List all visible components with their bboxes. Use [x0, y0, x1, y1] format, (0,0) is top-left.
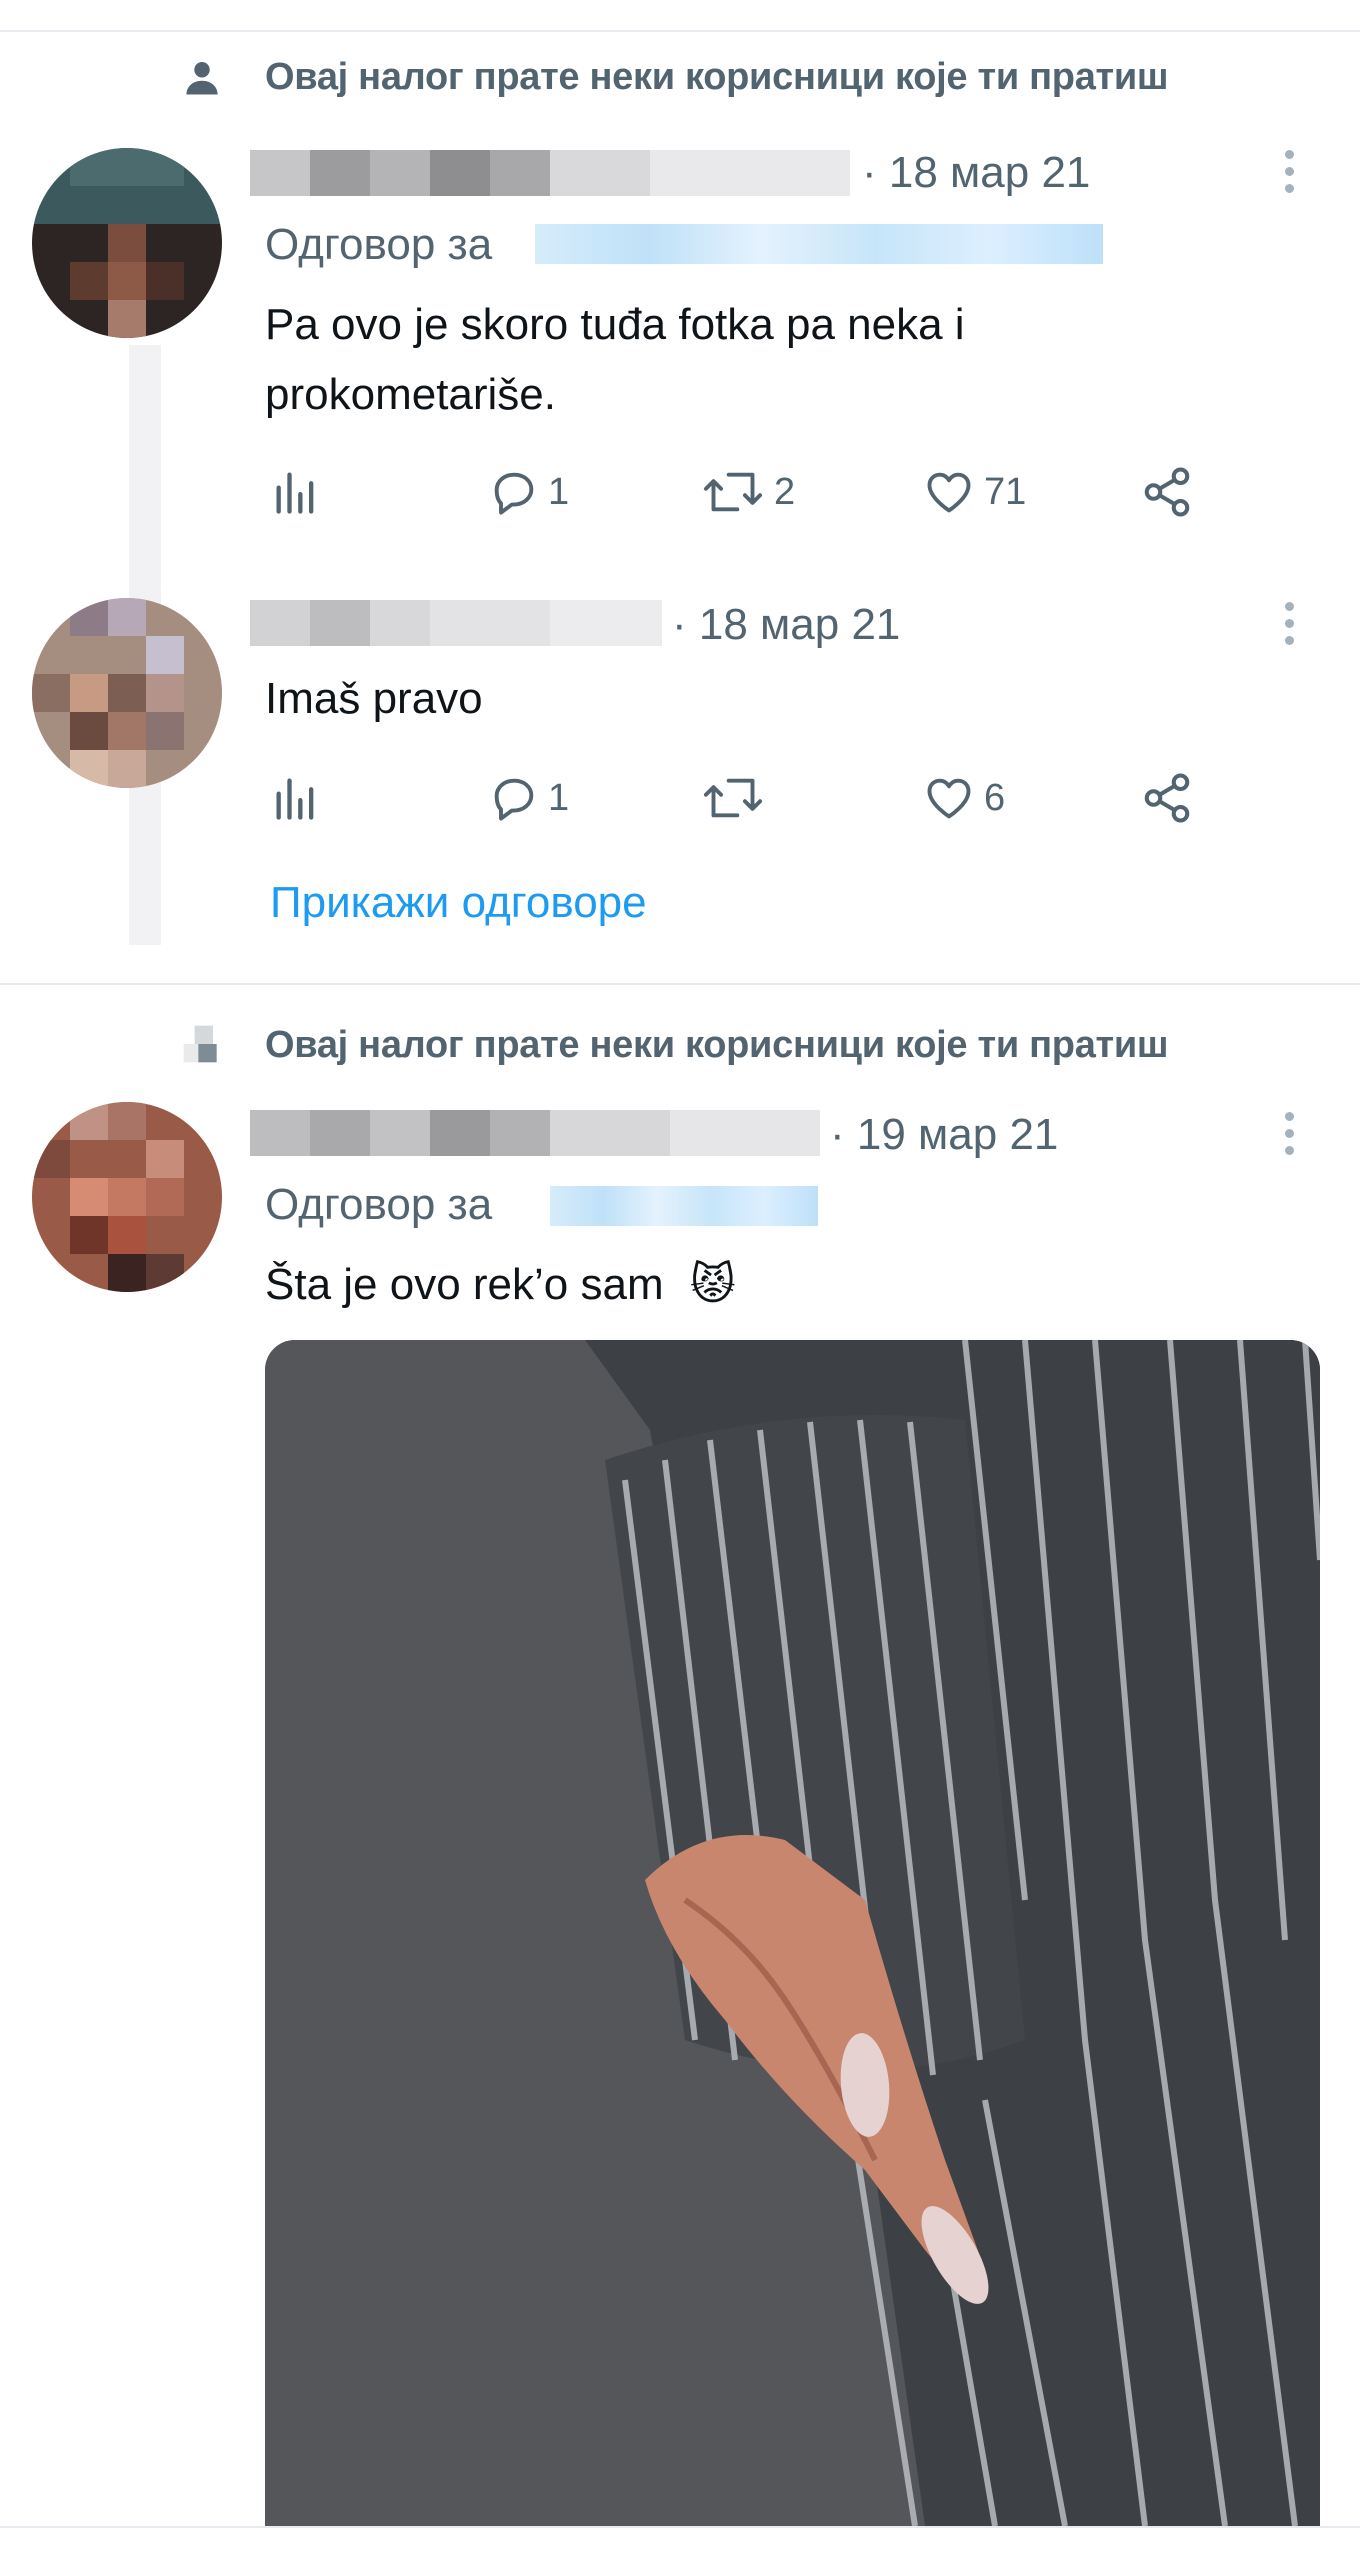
tweet-date[interactable]: · 18 мар 21 — [672, 600, 900, 650]
tweet-text: Šta je ovo rek’o sam 😾 — [265, 1250, 1265, 1320]
author-name-blurred[interactable] — [250, 150, 850, 196]
bottom-divider — [0, 2526, 1360, 2528]
avatar[interactable] — [32, 598, 222, 788]
avatar[interactable] — [32, 148, 222, 338]
person-icon — [186, 62, 218, 95]
reply-button[interactable]: 1 — [488, 768, 569, 828]
share-icon — [1144, 467, 1190, 517]
more-vertical-icon[interactable] — [1270, 142, 1310, 202]
tweet-date[interactable]: · 18 мар 21 — [862, 148, 1090, 198]
retweet-button[interactable] — [700, 768, 774, 828]
like-count: 71 — [984, 470, 1027, 513]
tweet-text: Imaš pravo — [265, 674, 483, 723]
retweet-icon — [703, 472, 763, 512]
pinstripe-sleeve-photo — [265, 1340, 1320, 2526]
heart-icon — [927, 778, 971, 819]
tweet-date[interactable]: · 19 мар 21 — [830, 1110, 1058, 1160]
retweet-button[interactable]: 2 — [700, 462, 795, 522]
like-button[interactable]: 6 — [922, 768, 1005, 828]
analytics-button[interactable] — [270, 768, 322, 828]
person-icon — [183, 1025, 217, 1063]
share-icon — [1144, 773, 1190, 823]
angry-devil-emoji: 😾 — [689, 1260, 736, 1309]
reply-button[interactable]: 1 — [488, 462, 569, 522]
reply-to-label: Одговор за — [265, 220, 493, 269]
top-divider — [0, 30, 1360, 32]
retweet-count: 2 — [774, 470, 796, 513]
analytics-button[interactable] — [270, 462, 322, 522]
analytics-icon — [276, 778, 314, 820]
more-vertical-icon[interactable] — [1270, 1104, 1310, 1164]
more-vertical-icon[interactable] — [1270, 594, 1310, 654]
reply-icon — [494, 472, 534, 515]
reply-count: 1 — [548, 776, 570, 819]
author-name-blurred[interactable] — [250, 600, 662, 646]
retweet-icon — [703, 778, 763, 818]
share-button[interactable] — [1140, 768, 1194, 828]
tweet-media-image[interactable] — [265, 1340, 1320, 2526]
heart-icon — [927, 472, 971, 513]
reply-icon — [494, 778, 534, 821]
reply-to-label: Одговор за — [265, 1180, 493, 1229]
author-name-blurred[interactable] — [250, 1110, 820, 1156]
like-button[interactable]: 71 — [922, 462, 1026, 522]
reply-to-handle-blurred[interactable] — [550, 1186, 818, 1226]
like-count: 6 — [984, 776, 1006, 819]
reply-to-handle-blurred[interactable] — [535, 224, 1103, 264]
avatar[interactable] — [32, 1102, 222, 1292]
tweet-text: Pa ovo je skoro tuđa fotka pa neka i pro… — [265, 300, 965, 419]
analytics-icon — [276, 472, 314, 514]
share-button[interactable] — [1140, 462, 1194, 522]
social-context-label: Овај налог прате неки корисници које ти … — [265, 1024, 1169, 1066]
section-divider — [0, 983, 1360, 985]
show-replies-link[interactable]: Прикажи одговоре — [270, 878, 647, 928]
social-context-label: Овај налог прате неки корисници које ти … — [265, 56, 1169, 98]
reply-count: 1 — [548, 470, 570, 513]
tweet-text-content: Šta je ovo rek’o sam — [265, 1260, 664, 1309]
